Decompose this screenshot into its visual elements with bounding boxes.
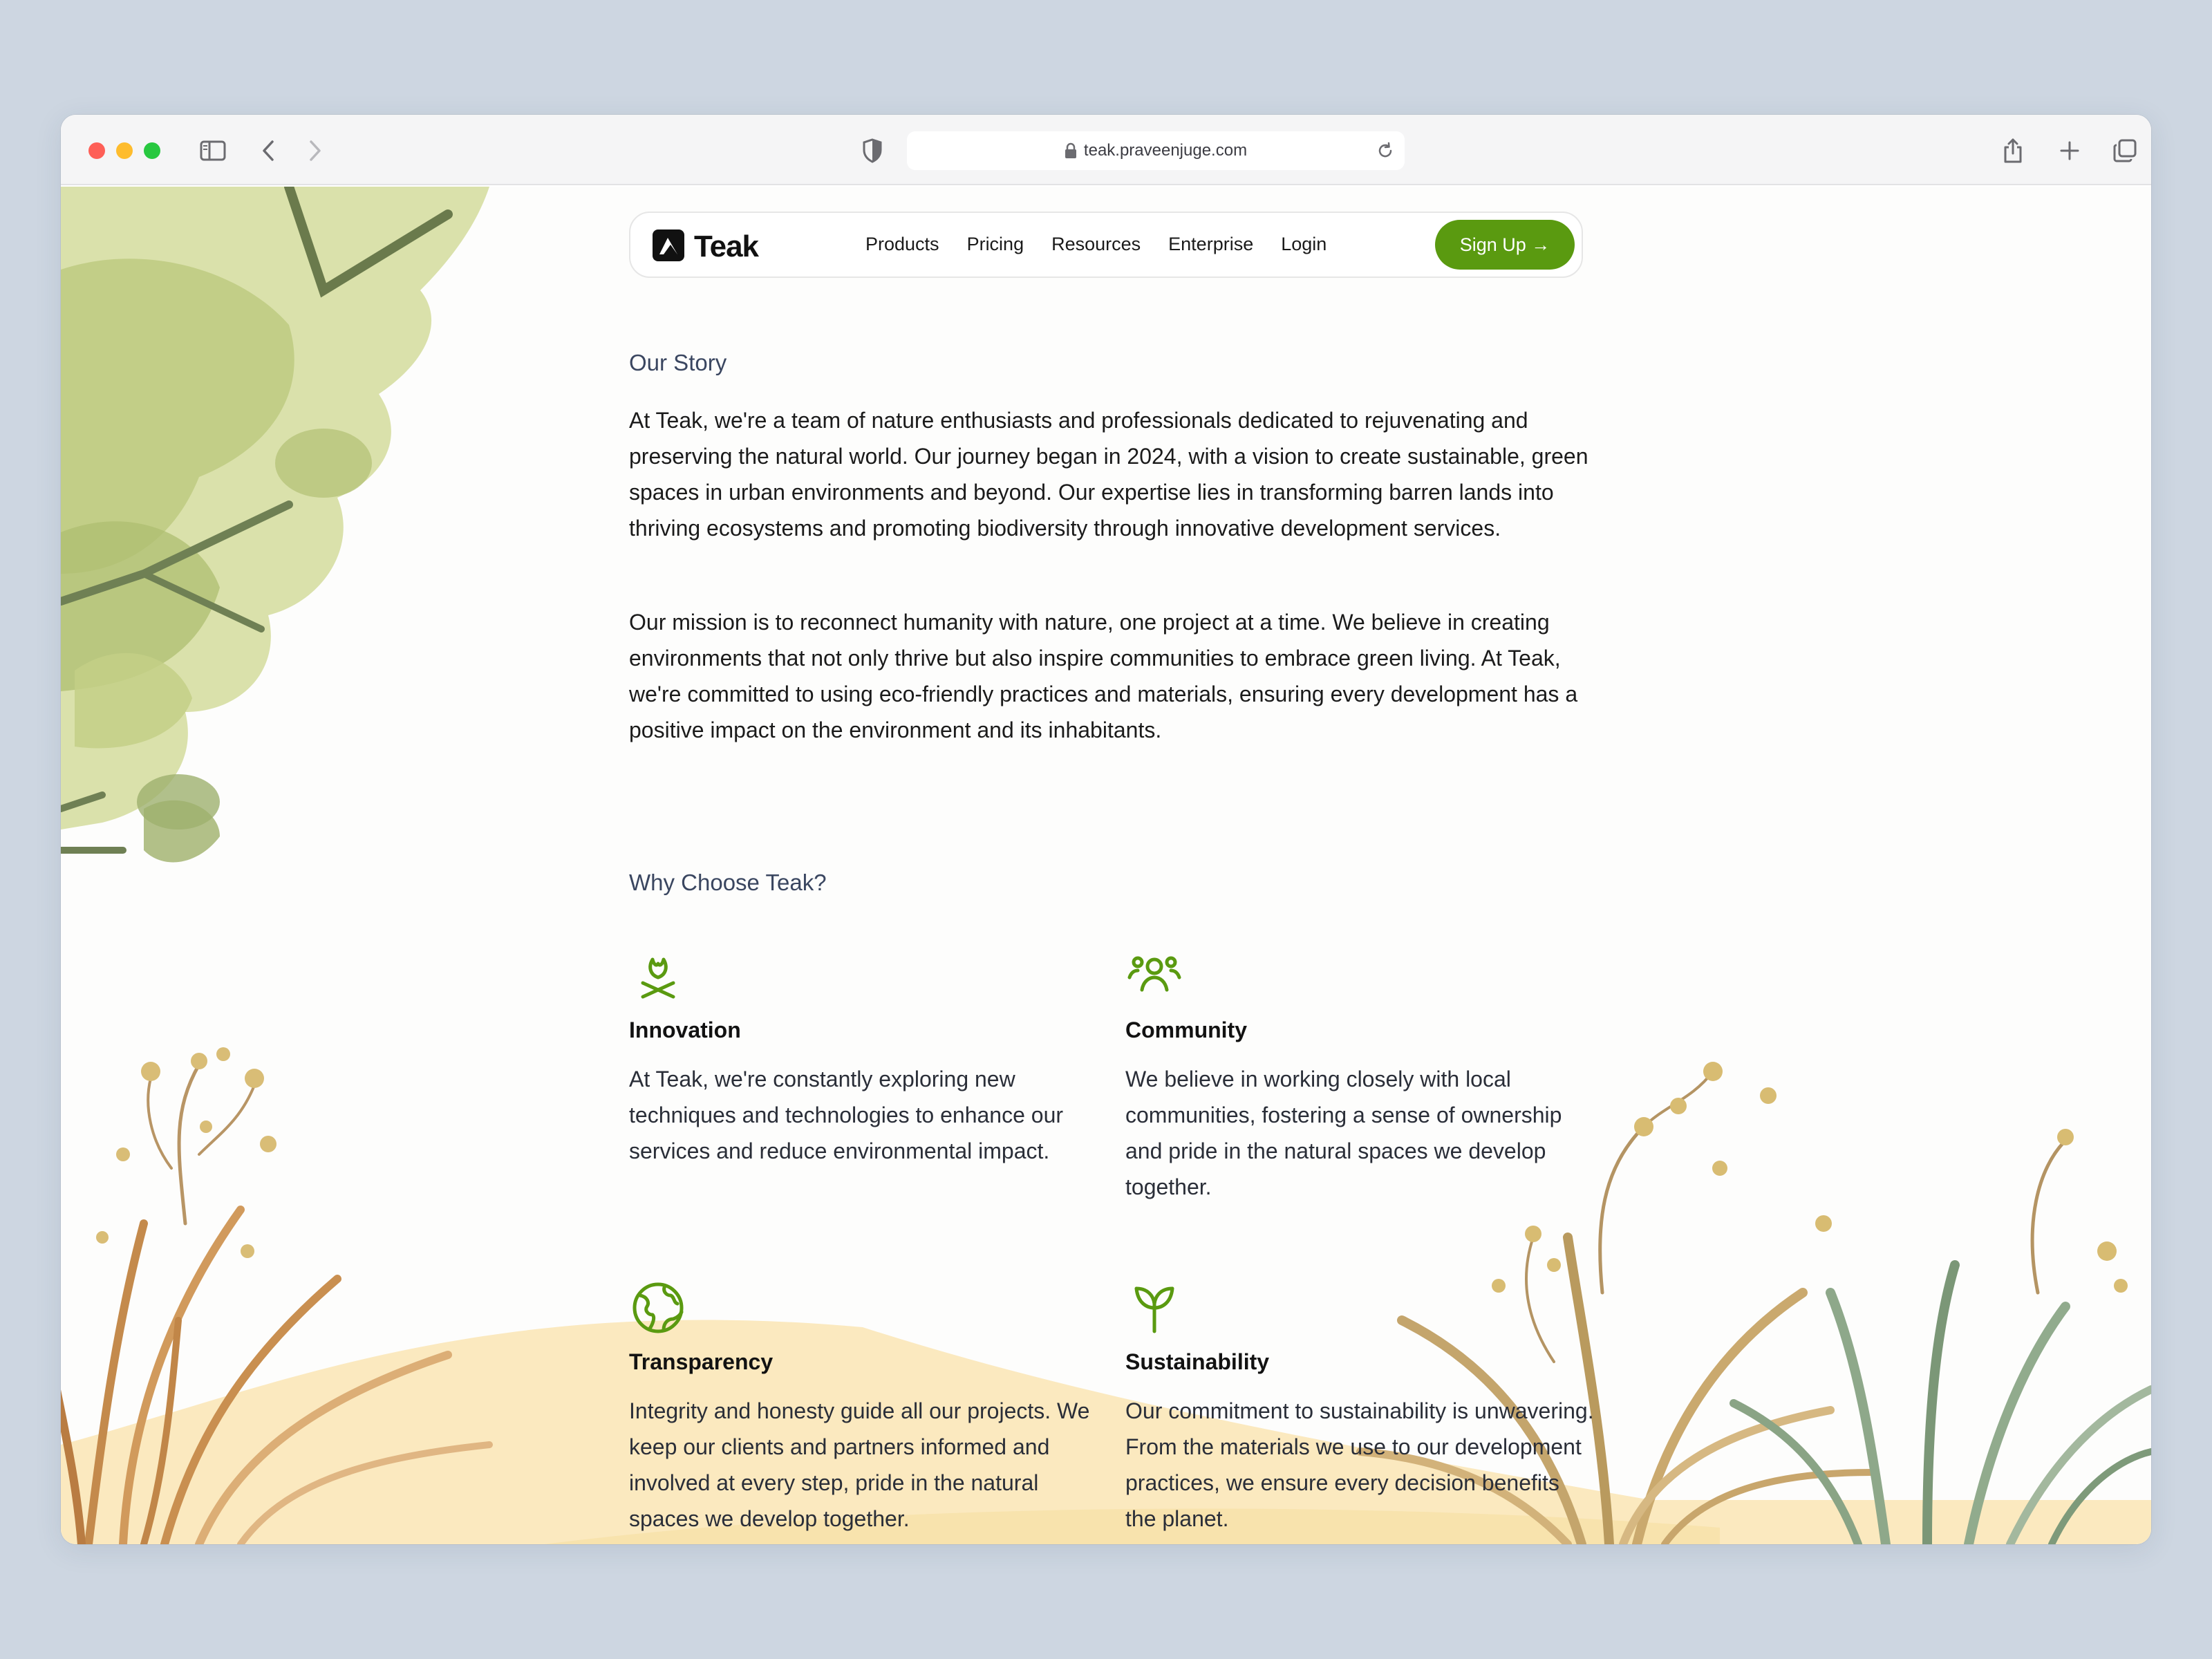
nav-link-products[interactable]: Products xyxy=(865,234,939,255)
grass-right-green xyxy=(1730,1138,2151,1544)
why-choose-heading: Why Choose Teak? xyxy=(629,870,827,895)
globe-icon xyxy=(629,1279,687,1337)
nav-link-enterprise[interactable]: Enterprise xyxy=(1168,234,1253,255)
address-bar[interactable]: teak.praveenjuge.com xyxy=(907,131,1405,170)
people-group-icon xyxy=(1125,947,1183,1005)
sidebar-toggle-icon[interactable] xyxy=(196,134,229,167)
feature-text: Our commitment to sustainability is unwa… xyxy=(1125,1398,1594,1531)
feature-title: Sustainability xyxy=(1125,1349,1270,1374)
lock-icon xyxy=(1065,142,1077,159)
new-tab-plus-icon[interactable] xyxy=(2053,134,2086,167)
nav-link-login[interactable]: Login xyxy=(1281,234,1327,255)
brand-name: Teak xyxy=(694,229,759,263)
zoom-window-button[interactable] xyxy=(144,142,160,159)
tab-overview-icon[interactable] xyxy=(2108,134,2141,167)
flowers-left xyxy=(96,1047,276,1258)
site-navbar: Teak Products Pricing Resources Enterpri… xyxy=(629,212,1583,278)
teak-logo-icon xyxy=(651,228,686,265)
feature-community: Community We believe in working closely … xyxy=(1125,947,1595,1205)
privacy-shield-icon[interactable] xyxy=(856,134,889,167)
nav-link-pricing[interactable]: Pricing xyxy=(967,234,1024,255)
story-paragraph-1: At Teak, we're a team of nature enthusia… xyxy=(629,408,1588,541)
browser-window: teak.praveenjuge.com Teak Products Prici… xyxy=(61,115,2151,1544)
share-icon[interactable] xyxy=(1996,134,2030,167)
story-paragraph-2: Our mission is to reconnect humanity wit… xyxy=(629,610,1578,742)
feature-text: We believe in working closely with local… xyxy=(1125,1067,1562,1199)
back-arrow-icon[interactable] xyxy=(252,134,285,167)
feature-text: Integrity and honesty guide all our proj… xyxy=(629,1398,1090,1531)
sign-up-button[interactable]: Sign Up → xyxy=(1435,220,1575,270)
forward-arrow-icon[interactable] xyxy=(299,134,332,167)
our-story-heading: Our Story xyxy=(629,350,727,375)
feature-innovation: Innovation At Teak, we're constantly exp… xyxy=(629,947,1099,1169)
feature-title: Innovation xyxy=(629,1018,741,1042)
feature-transparency: Transparency Integrity and honesty guide… xyxy=(629,1279,1099,1537)
sprout-icon xyxy=(1125,1279,1183,1337)
feature-title: Community xyxy=(1125,1018,1247,1042)
nav-link-resources[interactable]: Resources xyxy=(1051,234,1141,255)
reload-icon[interactable] xyxy=(1373,138,1398,163)
minimize-window-button[interactable] xyxy=(116,142,133,159)
campfire-sprout-icon xyxy=(629,947,687,1005)
feature-sustainability: Sustainability Our commitment to sustain… xyxy=(1125,1279,1595,1537)
close-window-button[interactable] xyxy=(88,142,105,159)
page-viewport: Teak Products Pricing Resources Enterpri… xyxy=(61,187,2151,1544)
foliage-top-left xyxy=(61,187,489,863)
nature-illustration xyxy=(61,187,2151,1544)
browser-toolbar: teak.praveenjuge.com xyxy=(61,115,2151,185)
url-text: teak.praveenjuge.com xyxy=(1083,141,1248,160)
feature-title: Transparency xyxy=(629,1349,774,1374)
brand-logo[interactable]: Teak xyxy=(651,228,759,265)
feature-text: At Teak, we're constantly exploring new … xyxy=(629,1067,1064,1163)
nav-links: Products Pricing Resources Enterprise Lo… xyxy=(865,234,1354,255)
